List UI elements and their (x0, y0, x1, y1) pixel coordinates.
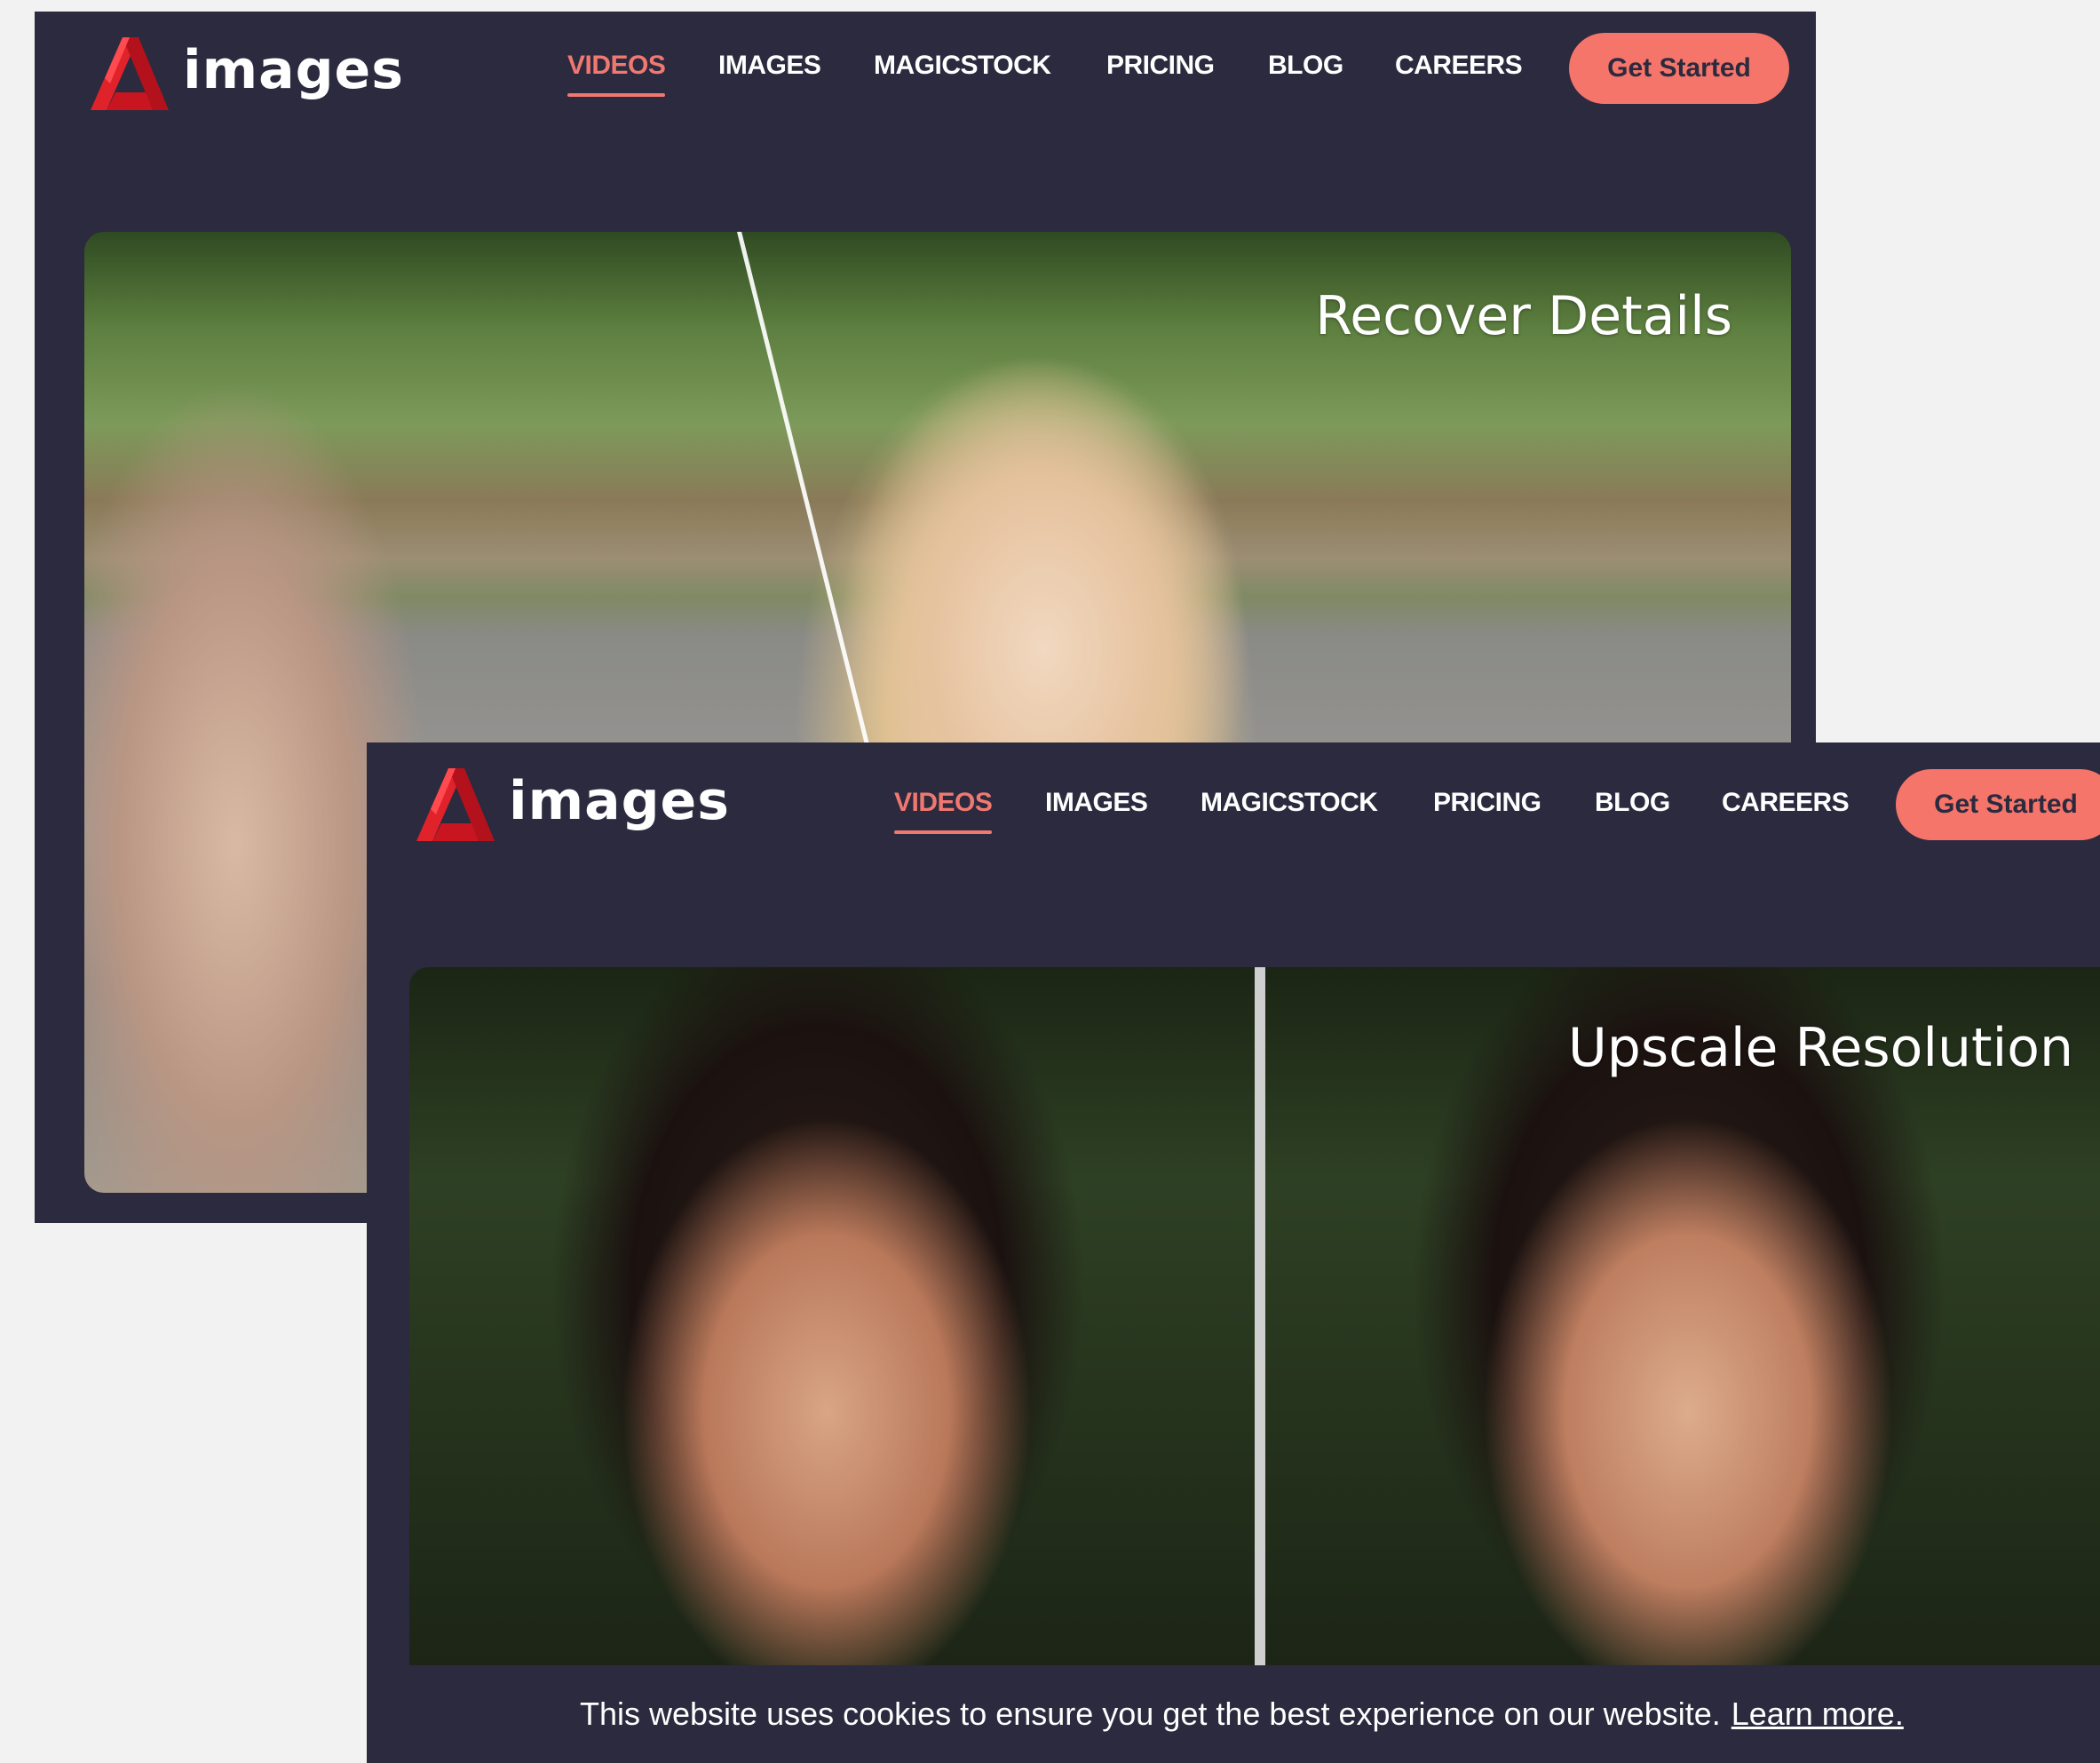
nav-pricing[interactable]: PRICING (1433, 788, 1541, 818)
get-started-button[interactable]: Get Started (1569, 33, 1789, 104)
hero-label: Recover Details (1315, 285, 1732, 347)
cookie-message: This website uses cookies to ensure you … (580, 1695, 1721, 1732)
nav-images[interactable]: IMAGES (1045, 788, 1148, 818)
nav-images[interactable]: IMAGES (718, 51, 821, 81)
hero-label: Upscale Resolution (1567, 1017, 2073, 1079)
navbar: images VIDEOS IMAGES MAGICSTOCK PRICING … (35, 12, 1816, 136)
logo-a-icon (416, 768, 495, 841)
navbar: images VIDEOS IMAGES MAGICSTOCK PRICING … (367, 743, 2100, 867)
nav-videos[interactable]: VIDEOS (894, 788, 993, 834)
get-started-button[interactable]: Get Started (1896, 769, 2100, 840)
logo-text: images (509, 770, 730, 832)
comparison-divider[interactable] (1255, 967, 1265, 1678)
cookie-banner: This website uses cookies to ensure you … (367, 1665, 2100, 1763)
nav-careers[interactable]: CAREERS (1722, 788, 1850, 818)
nav-magicstock[interactable]: MAGICSTOCK (874, 51, 1051, 81)
nav-careers[interactable]: CAREERS (1395, 51, 1523, 81)
nav-blog[interactable]: BLOG (1595, 788, 1670, 818)
logo[interactable]: images (83, 29, 404, 118)
logo-a-icon (91, 37, 169, 110)
website-screenshot-front: images VIDEOS IMAGES MAGICSTOCK PRICING … (367, 743, 2100, 1763)
nav-videos[interactable]: VIDEOS (567, 51, 666, 97)
nav-pricing[interactable]: PRICING (1106, 51, 1215, 81)
learn-more-link[interactable]: Learn more. (1732, 1695, 1904, 1733)
logo[interactable]: images (409, 760, 730, 849)
nav-blog[interactable]: BLOG (1268, 51, 1343, 81)
hero-comparison-image[interactable]: Upscale Resolution (409, 967, 2100, 1678)
nav-magicstock[interactable]: MAGICSTOCK (1201, 788, 1378, 818)
logo-text: images (183, 39, 404, 101)
